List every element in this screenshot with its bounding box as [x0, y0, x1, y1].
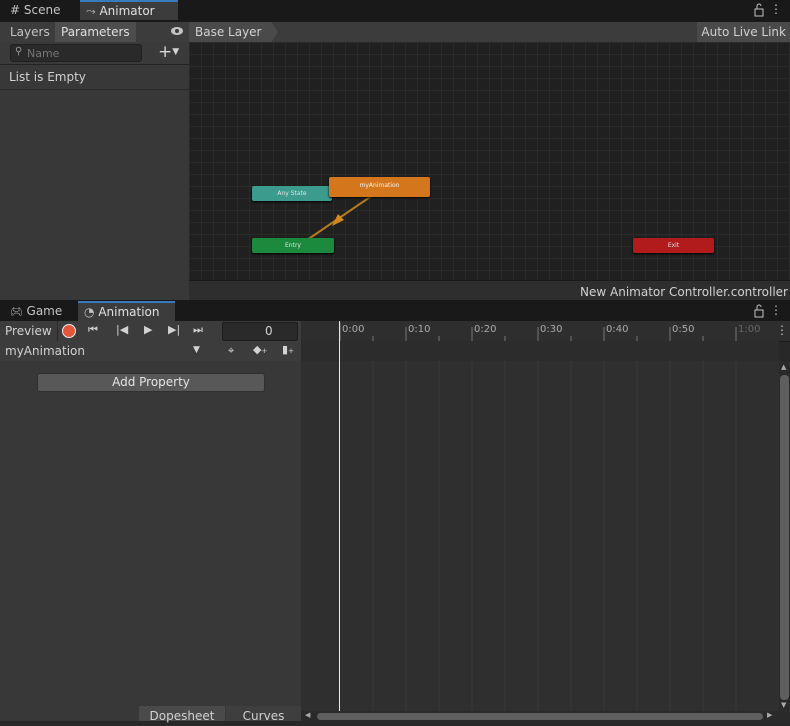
search-input[interactable] [27, 45, 137, 61]
scroll-up-icon[interactable]: ▲ [781, 363, 786, 371]
grid-icon: # [10, 3, 21, 17]
animation-lock-icon[interactable] [754, 304, 764, 318]
filter-by-selection-icon[interactable]: ⌖ [228, 344, 234, 358]
auto-live-link-label: Auto Live Link [701, 25, 786, 39]
tab-game-label: Game [26, 304, 63, 318]
gamepad-icon: 🎮︎ [10, 307, 23, 318]
playhead[interactable] [339, 321, 340, 711]
state-exit-label: Exit [667, 242, 680, 249]
timeline-ticks [339, 323, 737, 341]
tab-game[interactable]: 🎮︎ Game [4, 301, 68, 321]
add-event-icon[interactable]: ▮+ [282, 343, 294, 356]
horizontal-scroll-thumb[interactable] [317, 713, 763, 720]
state-my-animation[interactable]: myAnimation [329, 177, 430, 197]
timeline-more-icon[interactable]: ⋮ [776, 323, 788, 337]
state-any-state-label: Any State [277, 190, 307, 197]
timeline-ruler[interactable]: 0:00 0:10 0:20 0:30 0:40 0:50 1:00 ⋮ [301, 321, 790, 342]
eye-icon[interactable] [170, 25, 184, 40]
top-tab-bar: # Scene ⤳ Animator ⋮ [0, 0, 790, 22]
clock-icon: ◔ [84, 305, 95, 319]
preview-label: Preview [5, 324, 52, 338]
horizontal-scrollbar[interactable]: ◀ ▶ [301, 711, 790, 721]
auto-live-link-button[interactable]: Auto Live Link [697, 22, 790, 42]
tab-layers[interactable]: Layers [4, 22, 56, 42]
animator-graph-toolbar: Base Layer Auto Live Link [189, 22, 790, 42]
search-icon: ⚲ [15, 46, 23, 57]
tab-parameters[interactable]: Parameters [55, 22, 136, 42]
next-key-icon[interactable]: ▶| [168, 323, 180, 336]
tab-parameters-label: Parameters [61, 25, 130, 39]
dopesheet-area[interactable] [301, 361, 779, 711]
last-key-icon[interactable]: ⏭ [193, 323, 203, 337]
animator-left-toolbar: Layers Parameters [0, 22, 189, 42]
vertical-scroll-thumb[interactable] [780, 375, 789, 700]
add-property-button[interactable]: Add Property [37, 373, 265, 392]
lock-icon[interactable] [754, 3, 764, 17]
tab-scene[interactable]: # Scene [4, 0, 66, 20]
tab-layers-label: Layers [10, 25, 50, 39]
add-keyframe-icon[interactable]: ◆+ [253, 343, 267, 356]
tab-animation-label: Animation [98, 305, 160, 319]
scroll-left-icon[interactable]: ◀ [305, 711, 310, 719]
animator-status-bar: New Animator Controller.controller [189, 280, 790, 301]
chevron-down-icon: ▼ [172, 47, 180, 57]
parameters-search-row: ⚲ +▼ [0, 42, 189, 65]
animation-playback-toolbar: Preview ⏮ |◀ ▶ ▶| ⏭ 0 [0, 321, 301, 341]
empty-list-text: List is Empty [9, 70, 86, 84]
scroll-down-icon[interactable]: ▼ [781, 701, 786, 709]
search-field[interactable]: ⚲ [10, 44, 142, 62]
more-menu-icon[interactable]: ⋮ [770, 2, 782, 16]
event-row[interactable] [301, 341, 779, 361]
controller-path: New Animator Controller.controller [580, 285, 788, 299]
clip-name: myAnimation [5, 344, 85, 358]
bottom-tab-bar: 🎮︎ Game ◔ Animation ⋮ [0, 300, 790, 321]
animation-clip-toolbar: myAnimation ▼ ⌖ ◆+ ▮+ [0, 341, 301, 361]
add-parameter-button[interactable]: +▼ [158, 42, 179, 62]
state-entry-label: Entry [285, 242, 301, 249]
tab-scene-label: Scene [23, 3, 61, 17]
dopesheet-grid [372, 361, 737, 711]
state-exit[interactable]: Exit [633, 238, 714, 253]
frame-value: 0 [265, 324, 273, 338]
animation-more-menu-icon[interactable]: ⋮ [770, 303, 782, 317]
tab-dopesheet[interactable]: Dopesheet [139, 706, 225, 723]
tab-curves[interactable]: Curves [226, 706, 301, 723]
record-button[interactable] [62, 324, 76, 338]
state-any-state[interactable]: Any State [252, 186, 332, 201]
tab-animator[interactable]: ⤳ Animator [80, 0, 178, 20]
animator-icon: ⤳ [86, 4, 96, 18]
state-entry[interactable]: Entry [252, 238, 334, 253]
state-my-animation-label: myAnimation [359, 182, 400, 189]
chevron-down-icon: ▼ [193, 345, 200, 355]
clip-dropdown[interactable]: myAnimation ▼ [0, 341, 206, 361]
play-icon[interactable]: ▶ [144, 323, 152, 336]
tab-animation[interactable]: ◔ Animation [78, 301, 175, 321]
animator-graph-canvas[interactable]: Any State myAnimation Entry Exit [189, 42, 790, 280]
tab-animator-label: Animator [99, 4, 155, 18]
vertical-scrollbar[interactable]: ▲ ▼ [779, 361, 790, 711]
frame-field[interactable]: 0 [222, 322, 298, 341]
preview-button[interactable]: Preview [0, 321, 58, 341]
empty-list-row: List is Empty [0, 65, 189, 90]
previous-key-icon[interactable]: |◀ [116, 323, 128, 336]
animation-view-tabs: Dopesheet Curves [0, 706, 301, 723]
breadcrumb-base-layer: Base Layer [195, 25, 262, 39]
property-list: Add Property [0, 361, 301, 706]
parameters-list: List is Empty [0, 65, 189, 300]
add-property-label: Add Property [112, 375, 190, 389]
scroll-right-icon[interactable]: ▶ [767, 711, 772, 719]
first-key-icon[interactable]: ⏮ [88, 323, 98, 337]
